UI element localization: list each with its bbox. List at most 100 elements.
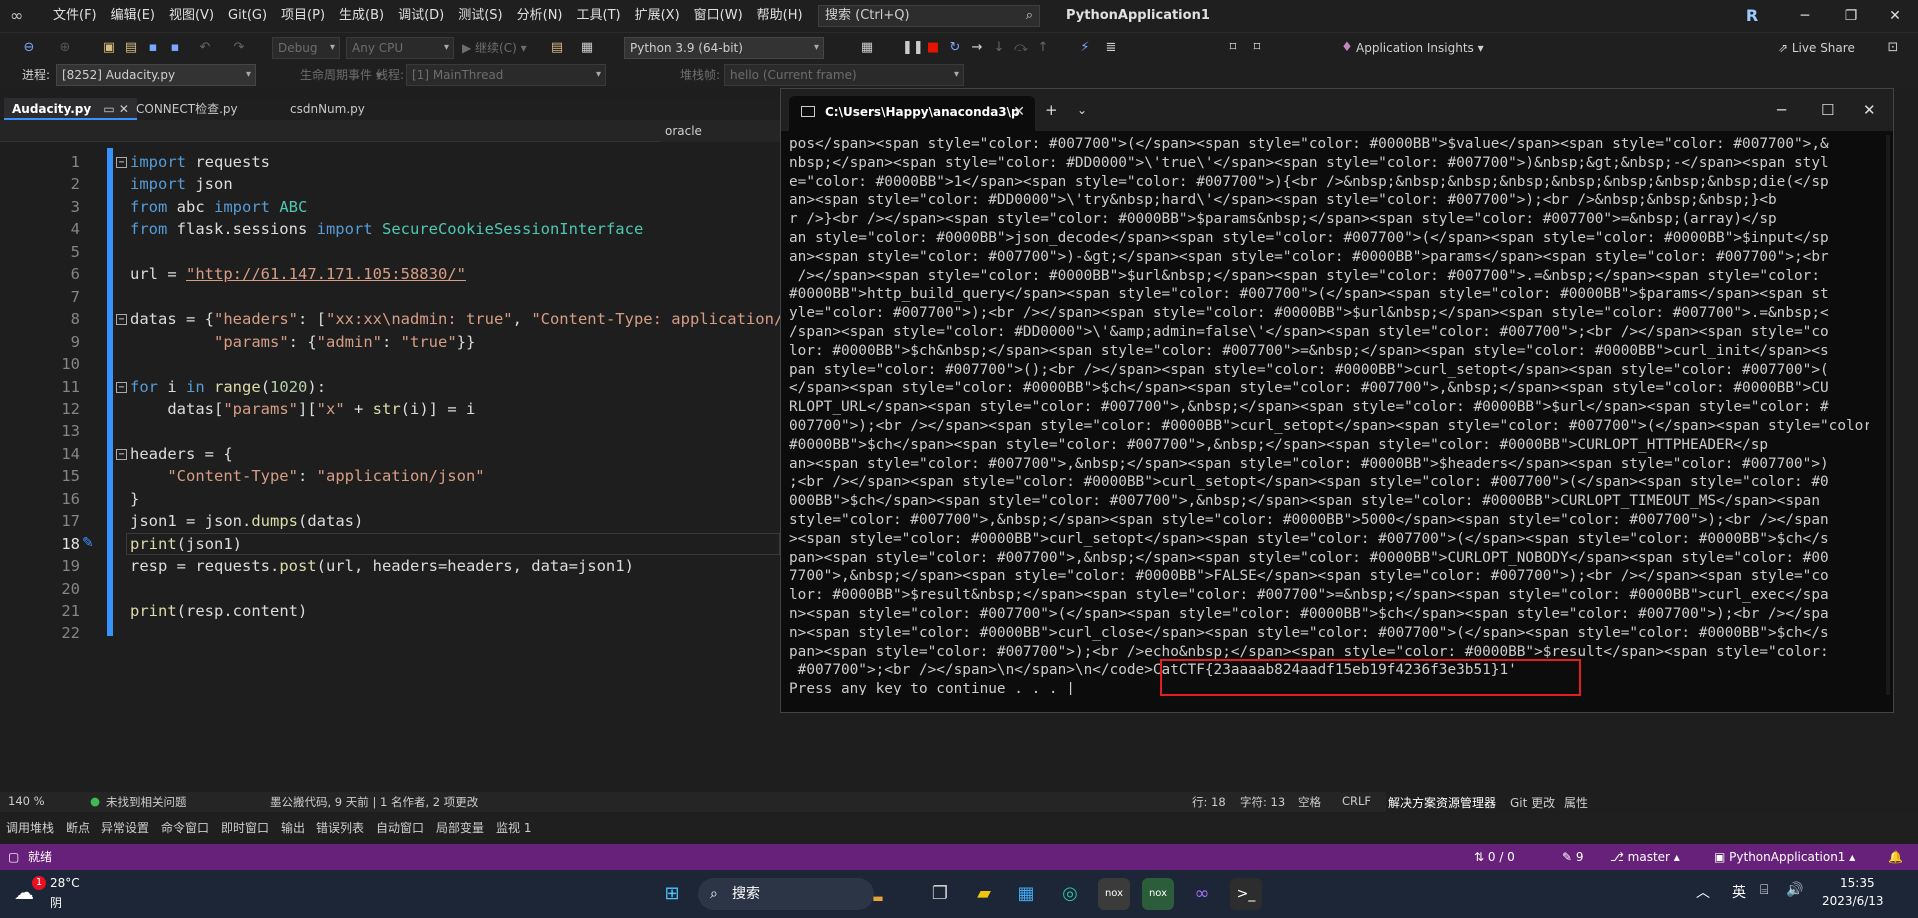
- step-over-icon[interactable]: ⤼: [1012, 39, 1030, 57]
- bottom-tab[interactable]: 调用堆栈: [6, 819, 54, 836]
- code-line[interactable]: 13: [0, 420, 780, 442]
- volume-icon[interactable]: 🔊: [1786, 882, 1803, 898]
- clock-time[interactable]: 15:35: [1840, 876, 1875, 890]
- bottom-tab[interactable]: 即时窗口: [221, 819, 269, 836]
- live-share-button[interactable]: ⇗ Live Share: [1778, 37, 1855, 59]
- menu-item[interactable]: 窗口(W): [687, 0, 750, 32]
- code-line[interactable]: 11 − for i in range(1020):: [0, 376, 780, 398]
- console-window[interactable]: C:\Users\Happy\anaconda3\p ✕ + ⌄ ─ ☐ ✕ p…: [780, 88, 1894, 713]
- code-line[interactable]: 17 json1 = json.dumps(datas): [0, 510, 780, 532]
- bookmark-icon[interactable]: ⌑: [1224, 39, 1242, 57]
- code-line[interactable]: 5: [0, 241, 780, 263]
- terminal-taskbar-icon[interactable]: >_: [1230, 878, 1262, 910]
- menu-item[interactable]: 帮助(H): [750, 0, 810, 32]
- tab-solution-explorer[interactable]: 解决方案资源管理器: [1388, 794, 1496, 811]
- eol-indicator[interactable]: CRLF: [1342, 794, 1371, 808]
- forward-icon[interactable]: ⊕: [56, 39, 74, 57]
- step-out-icon[interactable]: ↑: [1034, 39, 1052, 57]
- layout2-icon[interactable]: ▦: [858, 39, 876, 57]
- menu-item[interactable]: 项目(P): [274, 0, 332, 32]
- tab-dropdown-icon[interactable]: ⌄: [1077, 89, 1087, 131]
- task-view-icon[interactable]: ❐: [924, 878, 956, 910]
- weather-desc[interactable]: 阴: [50, 894, 62, 911]
- code-line[interactable]: 7: [0, 286, 780, 308]
- tab-csdnnum[interactable]: csdnNum.py: [282, 98, 373, 120]
- console-maximize-button[interactable]: ☐: [1821, 89, 1834, 131]
- save-icon[interactable]: ▪: [144, 39, 162, 57]
- bottom-tab[interactable]: 监视 1: [496, 819, 531, 836]
- search-highlight-icon[interactable]: ▬: [866, 890, 890, 906]
- menu-item[interactable]: 生成(B): [332, 0, 391, 32]
- notification-icon[interactable]: 🔔: [1888, 844, 1903, 870]
- file-explorer-icon[interactable]: ▰: [968, 878, 1000, 910]
- config-select[interactable]: Debug ▾: [272, 37, 340, 59]
- code-line[interactable]: 21 print(resp.content): [0, 600, 780, 622]
- menu-item[interactable]: 扩展(X): [628, 0, 687, 32]
- tab-connect[interactable]: CONNECT检查.py: [128, 98, 246, 120]
- quick-actions-icon[interactable]: ✎: [82, 535, 94, 551]
- tab-git-changes[interactable]: Git 更改: [1510, 794, 1555, 811]
- lifecycle-events-button[interactable]: 生命周期事件 ▾: [300, 64, 382, 86]
- folder-icon[interactable]: ▤: [548, 39, 566, 57]
- platform-select[interactable]: Any CPU ▾: [346, 37, 454, 59]
- code-line[interactable]: 22: [0, 622, 780, 644]
- repo-selector[interactable]: ▣ PythonApplication1 ▴: [1714, 844, 1855, 870]
- zoom-select[interactable]: 140 %: [8, 794, 45, 808]
- menu-item[interactable]: Git(G): [221, 0, 274, 32]
- code-line[interactable]: 14 − headers = {: [0, 443, 780, 465]
- code-line[interactable]: 16}: [0, 488, 780, 510]
- nox-icon[interactable]: nox: [1098, 878, 1130, 910]
- console-close-button[interactable]: ✕: [1863, 89, 1876, 131]
- bottom-tab[interactable]: 错误列表: [316, 819, 364, 836]
- code-line[interactable]: 4 from flask.sessions import SecureCookie…: [0, 218, 780, 240]
- spaces-indicator[interactable]: 空格: [1298, 794, 1321, 810]
- search-input[interactable]: 搜索 (Ctrl+Q) ⌕: [818, 5, 1040, 27]
- diagnostics-icon[interactable]: ≣: [1102, 39, 1120, 57]
- store-icon[interactable]: ▦: [1010, 878, 1042, 910]
- save-all-icon[interactable]: ▪: [166, 39, 184, 57]
- close-console-tab-icon[interactable]: ✕: [1013, 96, 1025, 128]
- bottom-tab[interactable]: 自动窗口: [376, 819, 424, 836]
- new-tab-icon[interactable]: +: [1045, 89, 1058, 131]
- code-line[interactable]: 8 − datas = {"headers": ["xx:xx\nadmin: tr…: [0, 308, 793, 330]
- redo-icon[interactable]: ↷: [230, 39, 248, 57]
- fold-toggle-icon[interactable]: −: [116, 314, 127, 326]
- fold-toggle-icon[interactable]: −: [116, 157, 127, 168]
- bookmark2-icon[interactable]: ⌑: [1248, 39, 1266, 57]
- continue-button[interactable]: ▶ 继续(C) ▾: [462, 37, 527, 59]
- code-line[interactable]: 12 datas["params"]["x" + str(i)] = i: [0, 398, 780, 420]
- code-line[interactable]: 15 "Content-Type": "application/json": [0, 465, 780, 487]
- restore-button[interactable]: ❐: [1828, 0, 1874, 32]
- restart-icon[interactable]: ↻: [946, 39, 964, 57]
- bottom-tab[interactable]: 命令窗口: [161, 819, 209, 836]
- tab-audacity[interactable]: Audacity.py ▭ ✕: [4, 98, 137, 120]
- issues-indicator[interactable]: 未找到相关问题: [106, 794, 187, 810]
- tray-overflow-icon[interactable]: ︿: [1696, 882, 1710, 902]
- weather-icon[interactable]: ☁: [14, 880, 34, 904]
- visual-studio-icon[interactable]: ∞: [1186, 878, 1218, 910]
- line-indicator[interactable]: 行: 18: [1192, 794, 1226, 810]
- step-into-icon[interactable]: ↓: [990, 39, 1008, 57]
- python-env-select[interactable]: Python 3.9 (64-bit) ▾: [624, 37, 824, 59]
- hot-reload-icon[interactable]: ⚡: [1076, 39, 1094, 57]
- menu-item[interactable]: 视图(V): [162, 0, 221, 32]
- undo-icon[interactable]: ↶: [196, 39, 214, 57]
- layout-icon[interactable]: ▦: [578, 39, 596, 57]
- code-line[interactable]: 10: [0, 353, 780, 375]
- stackframe-select[interactable]: hello (Current frame) ▾: [724, 64, 964, 86]
- menu-item[interactable]: 文件(F): [46, 0, 104, 32]
- code-line[interactable]: 1 − import requests: [0, 151, 780, 173]
- process-select[interactable]: [8252] Audacity.py ▾: [56, 64, 256, 86]
- tab-properties[interactable]: 属性: [1564, 794, 1588, 811]
- codelens-info[interactable]: 墨公搬代码, 9 天前 | 1 名作者, 2 项更改: [270, 794, 478, 810]
- edge-icon[interactable]: ◎: [1054, 878, 1086, 910]
- bottom-tab[interactable]: 断点: [66, 819, 90, 836]
- pin-icon[interactable]: ▭: [103, 102, 114, 116]
- clock-date[interactable]: 2023/6/13: [1822, 894, 1884, 908]
- console-tab[interactable]: C:\Users\Happy\anaconda3\p ✕: [789, 96, 1035, 131]
- bottom-tab[interactable]: 输出: [281, 819, 305, 836]
- show-next-statement-icon[interactable]: →: [968, 39, 986, 57]
- feedback-icon[interactable]: ⊡: [1884, 39, 1902, 57]
- menu-item[interactable]: 分析(N): [510, 0, 570, 32]
- app-insights-button[interactable]: Application Insights ▾: [1356, 37, 1484, 59]
